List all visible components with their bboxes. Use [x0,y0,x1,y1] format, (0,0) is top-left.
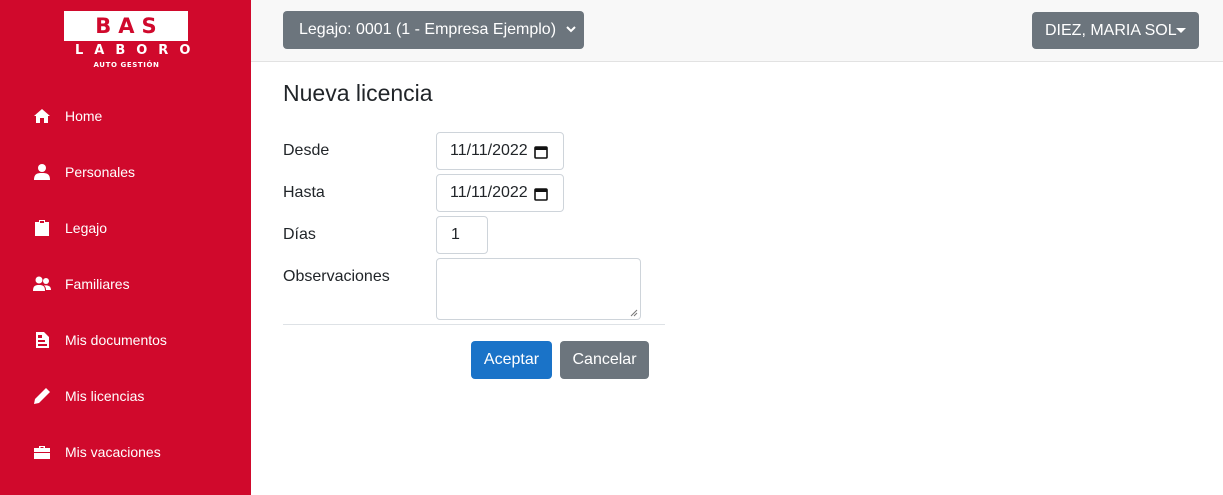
user-name: DIEZ, MARIA SOL [1045,21,1177,39]
caret-down-icon [1176,28,1186,33]
sidebar-item-mis-documentos[interactable]: Mis documentos [0,320,251,360]
brand-logo-tagline: AUTO GESTIÓN [93,61,160,69]
briefcase-icon [33,443,51,461]
home-icon [33,107,51,125]
sidebar-item-label: Familiares [65,276,130,292]
sidebar-item-personales[interactable]: Personales [0,152,251,192]
legajo-select-value: Legajo: 0001 (1 - Empresa Ejemplo) [299,21,557,38]
hasta-date-input[interactable]: 11/11/2022 [436,174,564,212]
sidebar-item-label: Legajo [65,220,108,236]
observaciones-textarea[interactable] [436,258,641,320]
user-icon [33,163,51,181]
dias-label: Días [283,226,316,243]
sidebar-item-label: Home [65,108,103,124]
page-title: Nueva licencia [283,80,433,106]
sidebar-item-mis-vacaciones[interactable]: Mis vacaciones [0,432,251,472]
desde-date-value: 11/11/2022 [450,142,528,159]
calendar-icon[interactable] [534,187,548,201]
brand-logo-name: LABORO [75,43,202,58]
form-divider [283,324,665,325]
sidebar-item-label: Personales [65,164,136,180]
legajo-select[interactable]: Legajo: 0001 (1 - Empresa Ejemplo) [283,11,584,49]
desde-date-input[interactable]: 11/11/2022 [436,132,564,170]
users-icon [33,275,51,293]
sidebar-item-home[interactable]: Home [0,96,251,136]
sidebar-item-mis-licencias[interactable]: Mis licencias [0,376,251,416]
top-bar: Legajo: 0001 (1 - Empresa Ejemplo) DIEZ,… [251,0,1223,62]
dias-input[interactable]: 1 [436,216,488,254]
calendar-icon[interactable] [534,145,548,159]
document-icon [33,331,51,349]
sidebar-item-legajo[interactable]: Legajo [0,208,251,248]
brand-logo-mark: BAS [64,11,188,41]
cancel-button[interactable]: Cancelar [560,341,649,379]
accept-button[interactable]: Aceptar [471,341,552,379]
pencil-icon [33,387,51,405]
sidebar-item-label: Mis licencias [65,388,145,404]
hasta-label: Hasta [283,184,325,201]
chevron-down-icon [566,26,576,33]
hasta-date-value: 11/11/2022 [450,184,528,201]
sidebar-item-familiares[interactable]: Familiares [0,264,251,304]
brand-logo[interactable]: BAS LABORO AUTO GESTIÓN [64,11,202,69]
clipboard-icon [33,219,51,237]
sidebar: BAS LABORO AUTO GESTIÓN Home Personales … [0,0,251,495]
desde-label: Desde [283,142,330,159]
sidebar-item-label: Mis vacaciones [65,444,161,460]
user-menu-button[interactable]: DIEZ, MARIA SOL [1032,12,1199,49]
resize-grip-icon[interactable] [630,309,638,317]
observaciones-label: Observaciones [283,268,390,285]
sidebar-item-label: Mis documentos [65,332,167,348]
dias-value: 1 [451,226,460,243]
